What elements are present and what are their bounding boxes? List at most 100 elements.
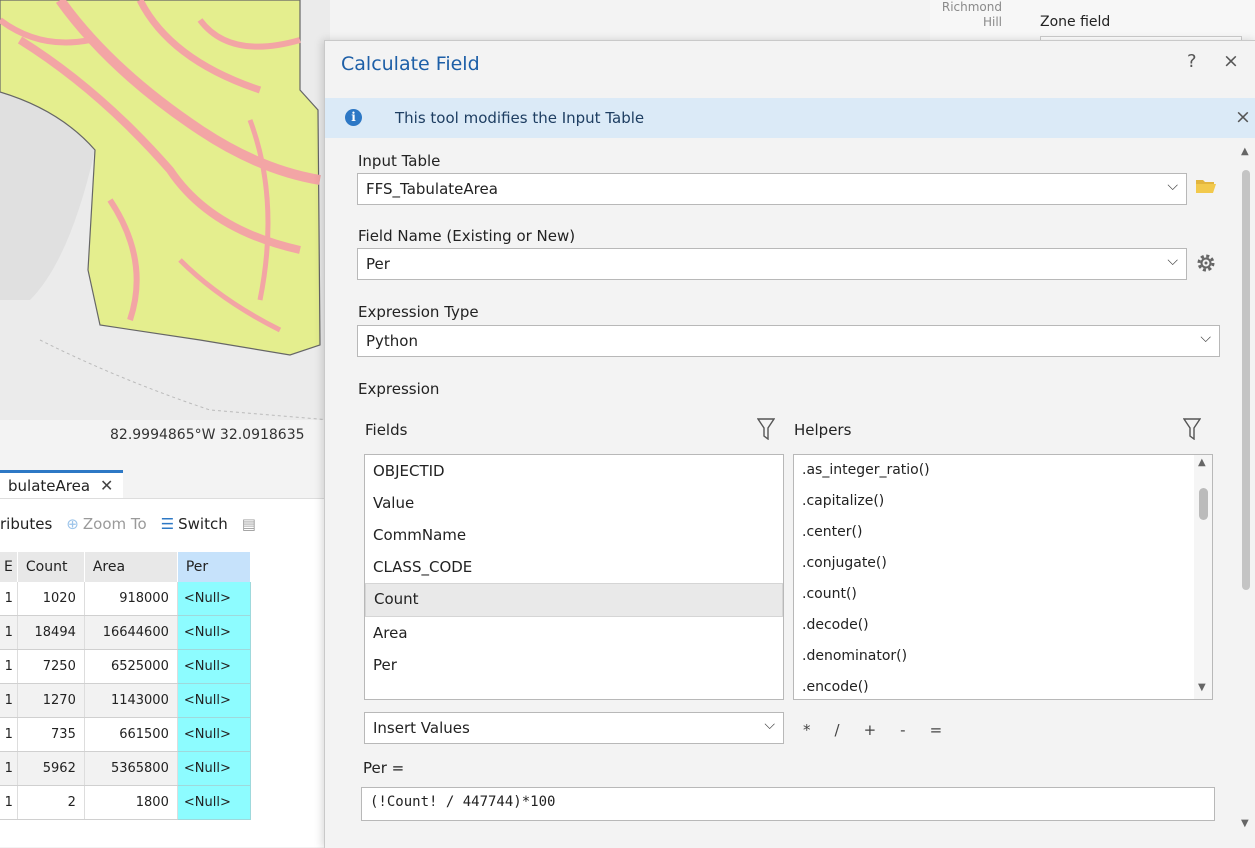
table-cell-area[interactable]: 16644600 [84, 615, 178, 650]
table-cell-count[interactable]: 18494 [17, 615, 85, 650]
table-cell-count[interactable]: 735 [17, 717, 85, 752]
clear-selection-icon[interactable]: ▤ [242, 515, 256, 533]
scroll-thumb[interactable] [1199, 488, 1208, 520]
close-icon[interactable]: ✕ [100, 476, 113, 495]
scroll-up-icon[interactable]: ▲ [1241, 146, 1249, 157]
table-row[interactable]: 1 7250 6525000 <Null> [0, 649, 251, 684]
dismiss-info-icon[interactable]: × [1235, 106, 1251, 128]
close-dialog-icon[interactable]: × [1223, 50, 1239, 72]
table-cell-per[interactable]: <Null> [177, 751, 251, 786]
operator-button[interactable]: = [930, 721, 943, 739]
input-table-combo[interactable]: FFS_TabulateArea ⌵ [357, 173, 1187, 205]
operator-button[interactable]: / [835, 721, 840, 739]
scroll-up-icon[interactable]: ▲ [1198, 457, 1206, 468]
gear-icon[interactable] [1194, 251, 1218, 275]
expression-label: Expression [358, 380, 440, 398]
insert-values-combo[interactable]: Insert Values ⌵ [364, 712, 784, 744]
attribute-grid: E Count Area Per 1 1020 918000 <Null> 1 18494… [0, 552, 251, 820]
table-cell-e[interactable]: 1 [0, 615, 18, 650]
scroll-down-icon[interactable]: ▼ [1241, 818, 1249, 829]
helpers-listbox[interactable]: .as_integer_ratio() .capitalize() .center(… [793, 454, 1213, 700]
map-view[interactable] [0, 0, 330, 420]
table-cell-count[interactable]: 7250 [17, 649, 85, 684]
folder-open-icon[interactable] [1195, 178, 1217, 194]
table-cell-count[interactable]: 1270 [17, 683, 85, 718]
expression-input[interactable]: (!Count! / 447744)*100 [361, 787, 1215, 821]
table-cell-count[interactable]: 1020 [17, 582, 85, 616]
list-item[interactable]: OBJECTID [365, 455, 783, 487]
scroll-thumb[interactable] [1242, 170, 1250, 590]
table-cell-area[interactable]: 5365800 [84, 751, 178, 786]
help-icon[interactable]: ? [1187, 51, 1197, 72]
table-cell-e[interactable]: 1 [0, 649, 18, 684]
table-cell-e[interactable]: 1 [0, 751, 18, 786]
table-cell-area[interactable]: 1800 [84, 785, 178, 820]
table-row[interactable]: 1 1020 918000 <Null> [0, 582, 251, 616]
fields-listbox[interactable]: OBJECTID Value CommName CLASS_CODE Count Area… [364, 454, 784, 700]
table-cell-per[interactable]: <Null> [177, 683, 251, 718]
calculate-field-dialog: Calculate Field ? × i This tool modifies… [324, 40, 1255, 848]
list-item[interactable]: Count [365, 583, 783, 617]
operator-button[interactable]: * [803, 721, 811, 739]
list-item[interactable]: .count() [794, 579, 1212, 610]
table-cell-area[interactable]: 661500 [84, 717, 178, 752]
table-row[interactable]: 1 18494 16644600 <Null> [0, 615, 251, 650]
table-cell-per[interactable]: <Null> [177, 785, 251, 820]
table-header-row: E Count Area Per [0, 552, 251, 582]
column-header[interactable]: E [0, 552, 18, 582]
table-row[interactable]: 1 5962 5365800 <Null> [0, 751, 251, 786]
expression-type-combo[interactable]: Python ⌵ [357, 325, 1220, 357]
list-item[interactable]: Per [365, 649, 783, 681]
column-header[interactable]: Per [177, 552, 251, 582]
zoom-to-icon: ⊕ [66, 515, 79, 533]
table-cell-count[interactable]: 5962 [17, 751, 85, 786]
chevron-down-icon: ⌵ [1167, 178, 1178, 194]
helpers-scrollbar[interactable]: ▲ ▼ [1194, 455, 1212, 699]
attributes-button[interactable]: ributes [0, 515, 52, 533]
list-item[interactable]: .encode() [794, 672, 1212, 699]
list-item[interactable]: CLASS_CODE [365, 551, 783, 583]
table-cell-e[interactable]: 1 [0, 717, 18, 752]
table-row[interactable]: 1 1270 1143000 <Null> [0, 683, 251, 718]
table-cell-per[interactable]: <Null> [177, 717, 251, 752]
fields-label: Fields [365, 421, 408, 439]
zoom-to-button[interactable]: ⊕ Zoom To [66, 515, 146, 533]
list-item[interactable]: .center() [794, 517, 1212, 548]
list-item[interactable]: .denominator() [794, 641, 1212, 672]
table-row[interactable]: 1 2 1800 <Null> [0, 785, 251, 820]
list-item[interactable]: .conjugate() [794, 548, 1212, 579]
field-name-combo[interactable]: Per ⌵ [357, 248, 1187, 280]
insert-values-label: Insert Values [373, 719, 470, 737]
table-cell-e[interactable]: 1 [0, 582, 18, 616]
list-item[interactable]: Area [365, 617, 783, 649]
table-cell-area[interactable]: 6525000 [84, 649, 178, 684]
table-row[interactable]: 1 735 661500 <Null> [0, 717, 251, 752]
table-cell-count[interactable]: 2 [17, 785, 85, 820]
list-item[interactable]: .capitalize() [794, 486, 1212, 517]
table-cell-per[interactable]: <Null> [177, 615, 251, 650]
filter-icon[interactable] [757, 418, 775, 440]
column-header[interactable]: Count [17, 552, 85, 582]
tab-tabulatearea[interactable]: bulateArea ✕ [0, 470, 124, 498]
operator-button[interactable]: + [864, 721, 877, 739]
list-item[interactable]: CommName [365, 519, 783, 551]
table-cell-e[interactable]: 1 [0, 785, 18, 820]
table-cell-per[interactable]: <Null> [177, 582, 251, 616]
operator-button[interactable]: - [900, 721, 905, 739]
chevron-down-icon: ⌵ [1167, 253, 1178, 269]
list-item[interactable]: .as_integer_ratio() [794, 455, 1212, 486]
place-label: Richmond Hill [941, 0, 1002, 29]
table-cell-e[interactable]: 1 [0, 683, 18, 718]
input-table-value: FFS_TabulateArea [366, 180, 498, 198]
list-item[interactable]: Value [365, 487, 783, 519]
scroll-down-icon[interactable]: ▼ [1198, 682, 1206, 693]
filter-icon[interactable] [1183, 418, 1201, 440]
dialog-scrollbar[interactable]: ▲ ▼ [1238, 138, 1255, 848]
column-header[interactable]: Area [84, 552, 178, 582]
list-item[interactable]: .decode() [794, 610, 1212, 641]
table-cell-per[interactable]: <Null> [177, 649, 251, 684]
table-cell-area[interactable]: 1143000 [84, 683, 178, 718]
table-cell-area[interactable]: 918000 [84, 582, 178, 616]
switch-button[interactable]: ☰ Switch [161, 515, 228, 533]
attributes-label: ributes [0, 515, 53, 533]
